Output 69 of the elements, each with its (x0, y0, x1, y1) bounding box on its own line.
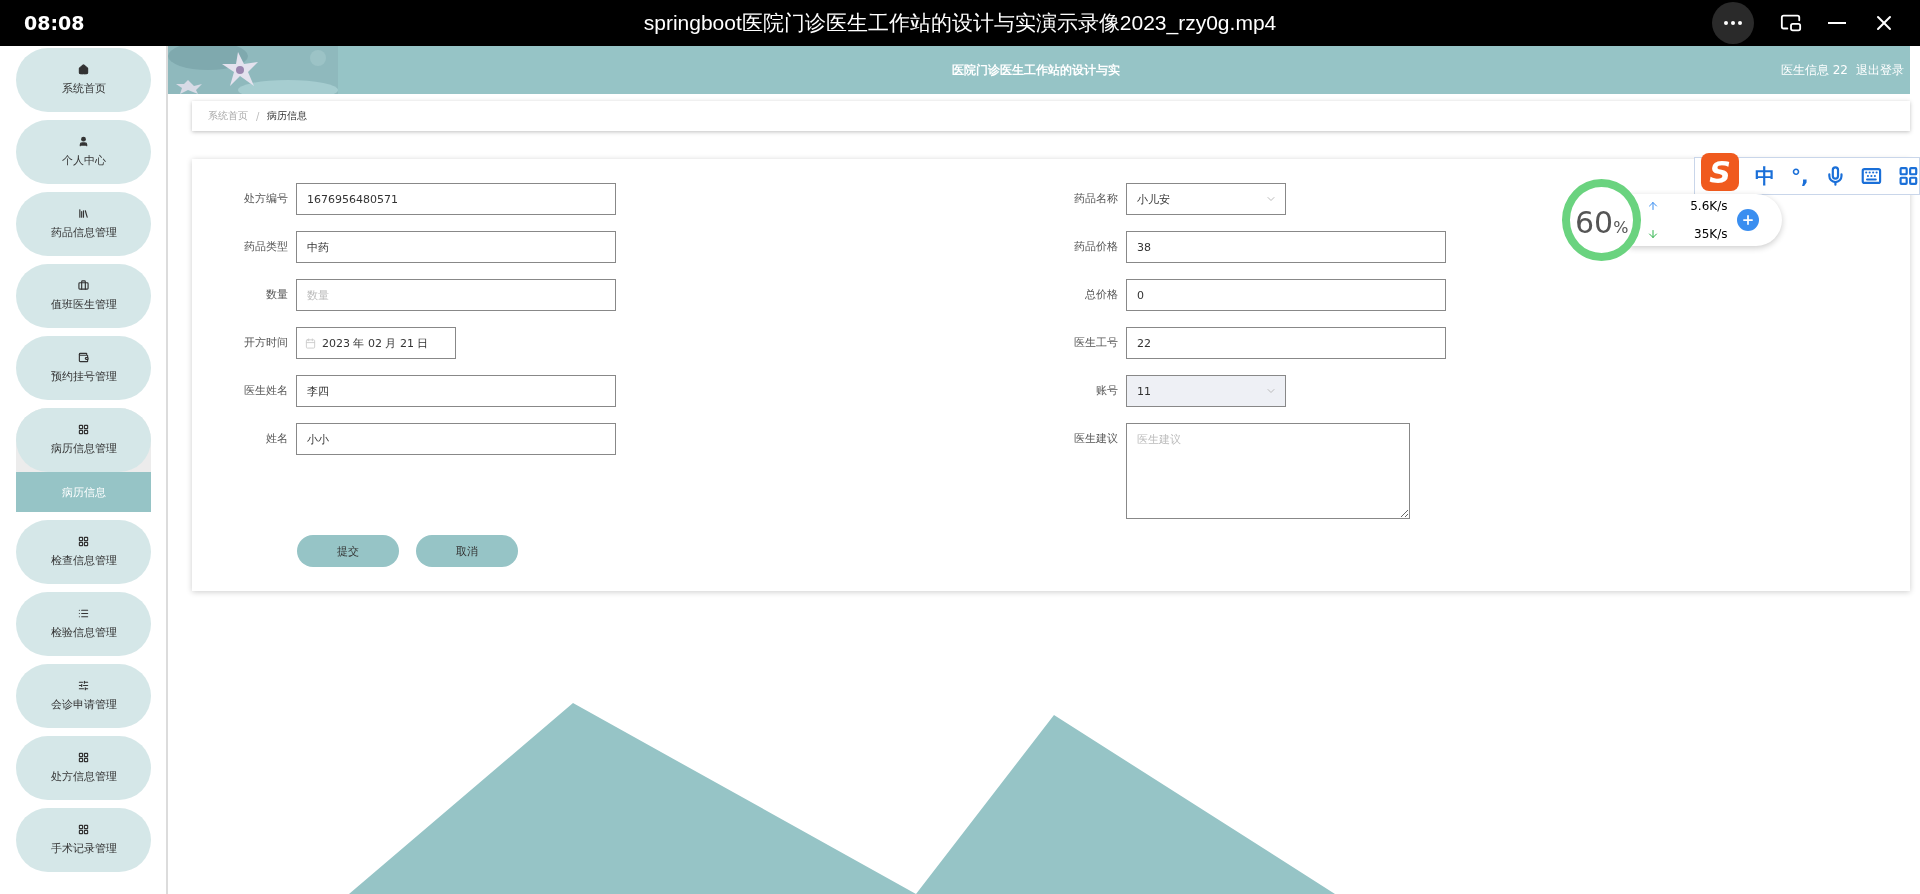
picture-in-picture-icon (1780, 12, 1802, 34)
books-icon (78, 208, 89, 219)
user-icon (78, 136, 89, 147)
menu-item[interactable]: 手术记录管理 (16, 808, 151, 872)
arrow-up-icon (1647, 200, 1660, 212)
plus-icon (1741, 213, 1756, 227)
more-icon (1724, 21, 1742, 25)
breadcrumb-separator: / (256, 110, 260, 122)
grid-icon (78, 536, 89, 547)
field-label: 账号 (1095, 383, 1118, 399)
menu-item[interactable]: 预约挂号管理 (16, 336, 151, 400)
input-field[interactable]: 1676956480571 (296, 183, 616, 215)
picture-in-picture-button[interactable] (1780, 12, 1802, 34)
input-field[interactable]: 0 (1126, 279, 1446, 311)
video-title: springboot医院门诊医生工作站的设计与实演示录像2023_rzy0g.mp4 (642, 10, 1278, 37)
ime-mode-button[interactable]: 中 (1754, 162, 1775, 190)
field-label: 处方编号 (243, 191, 288, 207)
menu-item[interactable]: 个人中心 (16, 120, 151, 184)
field-label: 总价格 (1084, 287, 1118, 303)
field-label: 医生工号 (1073, 335, 1118, 351)
submit-button[interactable]: 提交 (297, 535, 399, 567)
select-field[interactable]: 小儿安 (1126, 183, 1286, 215)
input-field[interactable]: 小小 (296, 423, 616, 455)
input-field[interactable]: 数量 (296, 279, 616, 311)
field-label: 药品名称 (1073, 191, 1118, 207)
keyboard-icon[interactable] (1861, 165, 1883, 187)
clock-time: 08:08 (24, 12, 86, 34)
ime-punctuation-button[interactable]: °, (1790, 164, 1809, 188)
calendar-icon (305, 337, 316, 349)
menu-item[interactable]: 检查信息管理 (16, 520, 151, 584)
field-label: 医生建议 (1073, 431, 1118, 447)
date-field[interactable]: 2023 年 02 月 21 日 (296, 327, 456, 359)
field-label: 医生姓名 (243, 383, 288, 399)
home-icon (78, 64, 89, 75)
list-icon (78, 608, 89, 619)
sliders-icon (78, 680, 89, 691)
briefcase-icon (78, 280, 89, 291)
menu-item[interactable]: 处方信息管理 (16, 736, 151, 800)
grid-icon[interactable] (1898, 165, 1919, 187)
grid-icon (78, 824, 89, 835)
cancel-button[interactable]: 取消 (416, 535, 518, 567)
textarea-field[interactable]: 医生建议 (1126, 423, 1410, 519)
upload-speed: 5.6K/s (1689, 199, 1728, 213)
download-speed: 35K/s (1693, 227, 1728, 241)
menu-item[interactable]: 病历信息管理 (16, 408, 151, 472)
field-label: 药品价格 (1073, 239, 1118, 255)
menu-item[interactable]: 检验信息管理 (16, 592, 151, 656)
arrow-down-icon (1647, 228, 1660, 240)
wallet-icon (78, 352, 89, 363)
user-info: 医生信息 22 (1780, 61, 1848, 79)
input-field[interactable]: 李四 (296, 375, 616, 407)
input-field[interactable]: 38 (1126, 231, 1446, 263)
field-label: 开方时间 (243, 335, 288, 351)
grid-icon (78, 752, 89, 763)
grid-icon (78, 424, 89, 435)
breadcrumb-link[interactable]: 病历信息 (267, 109, 308, 123)
site-title: 医院门诊医生工作站的设计与实 (952, 61, 1120, 79)
plus-button[interactable] (1737, 209, 1760, 231)
field-label: 药品类型 (243, 239, 288, 255)
menu-item[interactable]: 药品信息管理 (16, 192, 151, 256)
menu-item[interactable]: 值班医生管理 (16, 264, 151, 328)
more-button[interactable] (1712, 2, 1754, 44)
field-label: 数量 (265, 287, 288, 303)
input-field[interactable]: 22 (1126, 327, 1446, 359)
menu-item[interactable]: 系统首页 (16, 48, 151, 112)
minimize-icon (1828, 22, 1846, 24)
field-label: 姓名 (265, 431, 288, 447)
menu-item[interactable]: 会诊申请管理 (16, 664, 151, 728)
input-field[interactable]: 中药 (296, 231, 616, 263)
